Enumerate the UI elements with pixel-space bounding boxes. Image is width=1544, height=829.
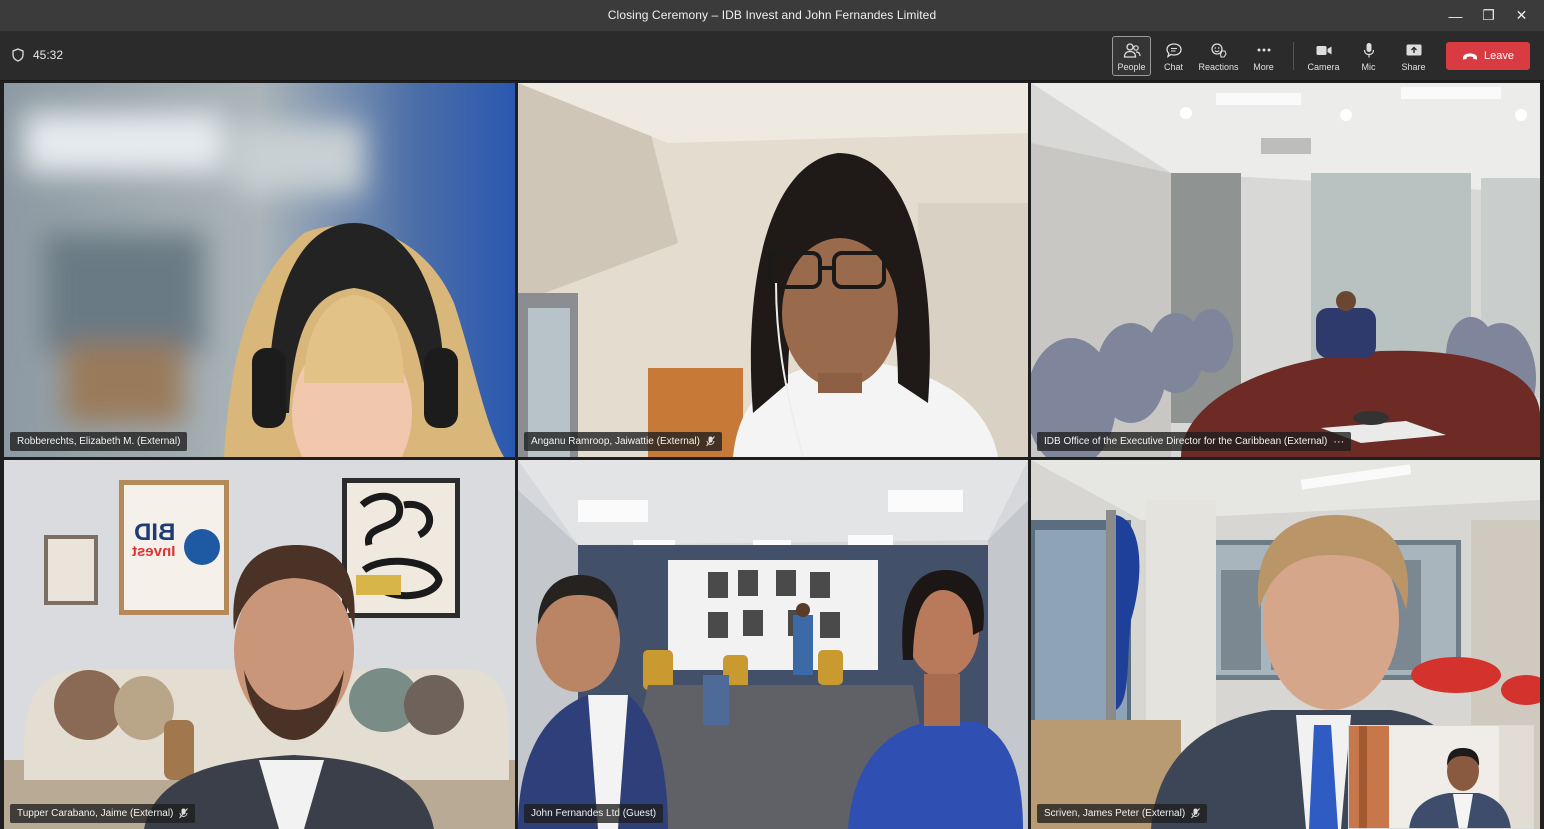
participant-tile[interactable]: Anganu Ramroop, Jaiwattie (External): [518, 83, 1028, 457]
close-button[interactable]: ✕: [1505, 0, 1538, 31]
more-button[interactable]: More: [1241, 36, 1286, 76]
leave-label: Leave: [1484, 50, 1514, 62]
participant-tile[interactable]: BID Invest Tupper Carabano, Jaime (Exter…: [4, 460, 515, 829]
participant-name: Scriven, James Peter (External): [1044, 808, 1186, 819]
chat-label: Chat: [1163, 62, 1183, 72]
participant-nametag: Scriven, James Peter (External): [1037, 804, 1208, 823]
meeting-toolbar: 45:32 People Chat Reactions More Camera …: [0, 31, 1544, 81]
video-feed: [4, 460, 515, 829]
participant-nametag: Anganu Ramroop, Jaiwattie (External): [524, 432, 722, 451]
more-icon: [1257, 48, 1270, 52]
video-grid: Robberechts, Elizabeth M. (External) Ang…: [4, 83, 1540, 829]
chat-button[interactable]: Chat: [1151, 36, 1196, 76]
microphone-off-icon: [1191, 808, 1201, 819]
video-feed: [518, 83, 1028, 457]
teams-meeting-window: Closing Ceremony – IDB Invest and John F…: [0, 0, 1544, 829]
logo-text-line1: BID: [134, 519, 176, 546]
video-feed: [1031, 83, 1540, 457]
microphone-off-icon: [706, 436, 715, 447]
more-label: More: [1253, 62, 1274, 72]
participant-name: Robberechts, Elizabeth M. (External): [17, 436, 181, 447]
participant-tile[interactable]: Scriven, James Peter (External): [1031, 460, 1540, 829]
participant-nametag: IDB Office of the Executive Director for…: [1037, 432, 1352, 451]
participant-nametag: Tupper Carabano, Jaime (External): [10, 804, 196, 823]
window-controls: — ❐ ✕: [1439, 0, 1538, 31]
video-feed: [4, 83, 515, 457]
shield-icon: [12, 48, 24, 62]
leave-button[interactable]: Leave: [1446, 42, 1530, 70]
people-label: People: [1117, 62, 1146, 72]
participant-tile[interactable]: Robberechts, Elizabeth M. (External): [4, 83, 515, 457]
restore-button[interactable]: ❐: [1472, 0, 1505, 31]
meeting-timer: 45:32: [12, 48, 63, 62]
people-button[interactable]: People: [1112, 36, 1151, 76]
participant-tile[interactable]: John Fernandes Ltd (Guest): [518, 460, 1028, 829]
share-button[interactable]: Share: [1391, 36, 1436, 76]
participant-name: IDB Office of the Executive Director for…: [1044, 436, 1328, 447]
window-title: Closing Ceremony – IDB Invest and John F…: [607, 8, 937, 22]
mic-label: Mic: [1361, 62, 1376, 72]
participant-name: Anganu Ramroop, Jaiwattie (External): [531, 436, 700, 447]
self-view-video[interactable]: [1348, 725, 1534, 829]
video-feed: [518, 460, 1028, 829]
participant-name: John Fernandes Ltd (Guest): [531, 808, 657, 819]
camera-button[interactable]: Camera: [1301, 36, 1346, 76]
toolbar-divider: [1293, 42, 1294, 70]
logo-text-line2: Invest: [132, 543, 176, 560]
camera-label: Camera: [1307, 62, 1340, 72]
minimize-button[interactable]: —: [1439, 0, 1472, 31]
participant-nametag: Robberechts, Elizabeth M. (External): [10, 432, 188, 451]
more-options-icon[interactable]: ···: [1333, 436, 1344, 448]
reactions-label: Reactions: [1198, 62, 1239, 72]
camera-icon: [1316, 46, 1331, 55]
self-view-feed: [1349, 726, 1533, 828]
microphone-off-icon: [179, 808, 189, 819]
share-label: Share: [1401, 62, 1426, 72]
reactions-button[interactable]: Reactions: [1196, 36, 1241, 76]
reactions-icon: [1210, 43, 1227, 58]
participant-nametag: John Fernandes Ltd (Guest): [524, 804, 664, 823]
people-icon: [1123, 43, 1141, 58]
hang-up-icon: [1463, 53, 1477, 59]
participant-name: Tupper Carabano, Jaime (External): [17, 808, 174, 819]
participant-tile[interactable]: IDB Office of the Executive Director for…: [1031, 83, 1540, 457]
microphone-icon: [1363, 43, 1374, 58]
share-icon: [1406, 44, 1421, 56]
timer-text: 45:32: [33, 48, 64, 62]
toolbar-buttons: People Chat Reactions More Camera Mic Sh…: [1112, 35, 1530, 77]
chat-icon: [1165, 43, 1182, 58]
mic-button[interactable]: Mic: [1346, 36, 1391, 76]
title-bar: Closing Ceremony – IDB Invest and John F…: [0, 0, 1544, 31]
invest-logo: BID Invest: [132, 519, 176, 560]
